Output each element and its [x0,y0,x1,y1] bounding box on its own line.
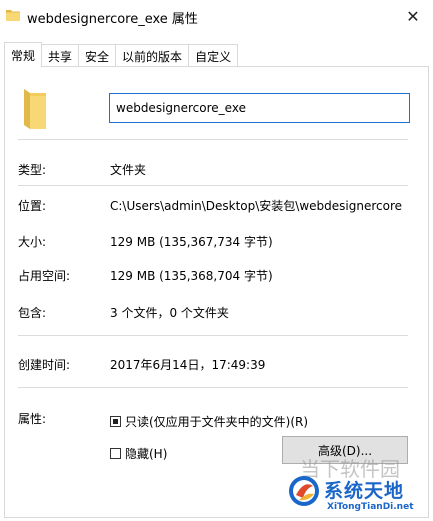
type-label: 类型: [18,163,47,177]
divider [18,185,408,186]
readonly-label: 只读(仅应用于文件夹中的文件)(R) [125,415,309,429]
hidden-checkbox-row[interactable]: 隐藏(H) [110,445,167,462]
contains-label: 包含: [18,306,47,320]
close-button[interactable]: ✕ [393,0,433,32]
folder-icon [6,10,20,21]
divider [18,335,408,336]
window-title: webdesignercore_exe 属性 [27,12,198,27]
created-value: 2017年6月14日，17:49:39 [110,358,266,372]
size-on-disk-label: 占用空间: [18,269,71,283]
location-label: 位置: [18,199,47,213]
size-label: 大小: [18,235,47,249]
attributes-label: 属性: [18,412,47,426]
readonly-checkbox[interactable] [110,416,121,427]
tab-customize[interactable]: 自定义 [188,44,239,67]
properties-dialog: webdesignercore_exe 属性 ✕ 常规 共享 安全 以前的版本 … [0,0,433,521]
tab-strip: 常规 共享 安全 以前的版本 自定义 [4,42,239,67]
location-value[interactable]: C:\Users\admin\Desktop\安装包\webdesignerco… [110,197,412,214]
tab-previous-versions[interactable]: 以前的版本 [115,44,190,67]
close-icon: ✕ [406,6,420,26]
folder-name-input[interactable] [109,93,410,123]
size-on-disk-value: 129 MB (135,368,704 字节) [110,269,273,283]
divider [18,139,408,140]
tab-security[interactable]: 安全 [78,44,117,67]
hidden-label: 隐藏(H) [125,447,168,461]
tab-general[interactable]: 常规 [4,42,43,67]
folder-icon [24,89,46,129]
contains-value: 3 个文件，0 个文件夹 [110,306,229,320]
tab-sharing[interactable]: 共享 [41,44,80,67]
created-label: 创建时间: [18,358,71,372]
readonly-checkbox-row[interactable]: 只读(仅应用于文件夹中的文件)(R) [110,413,308,430]
divider [18,387,408,388]
hidden-checkbox[interactable] [110,448,121,459]
type-value: 文件夹 [110,163,147,177]
watermark-brand: 系统天地 [324,480,405,502]
watermark-logo-icon [289,476,319,506]
size-value: 129 MB (135,367,734 字节) [110,235,273,249]
title-bar: webdesignercore_exe 属性 ✕ [0,0,433,34]
watermark-url: XiTongTianDi.net [327,502,414,512]
